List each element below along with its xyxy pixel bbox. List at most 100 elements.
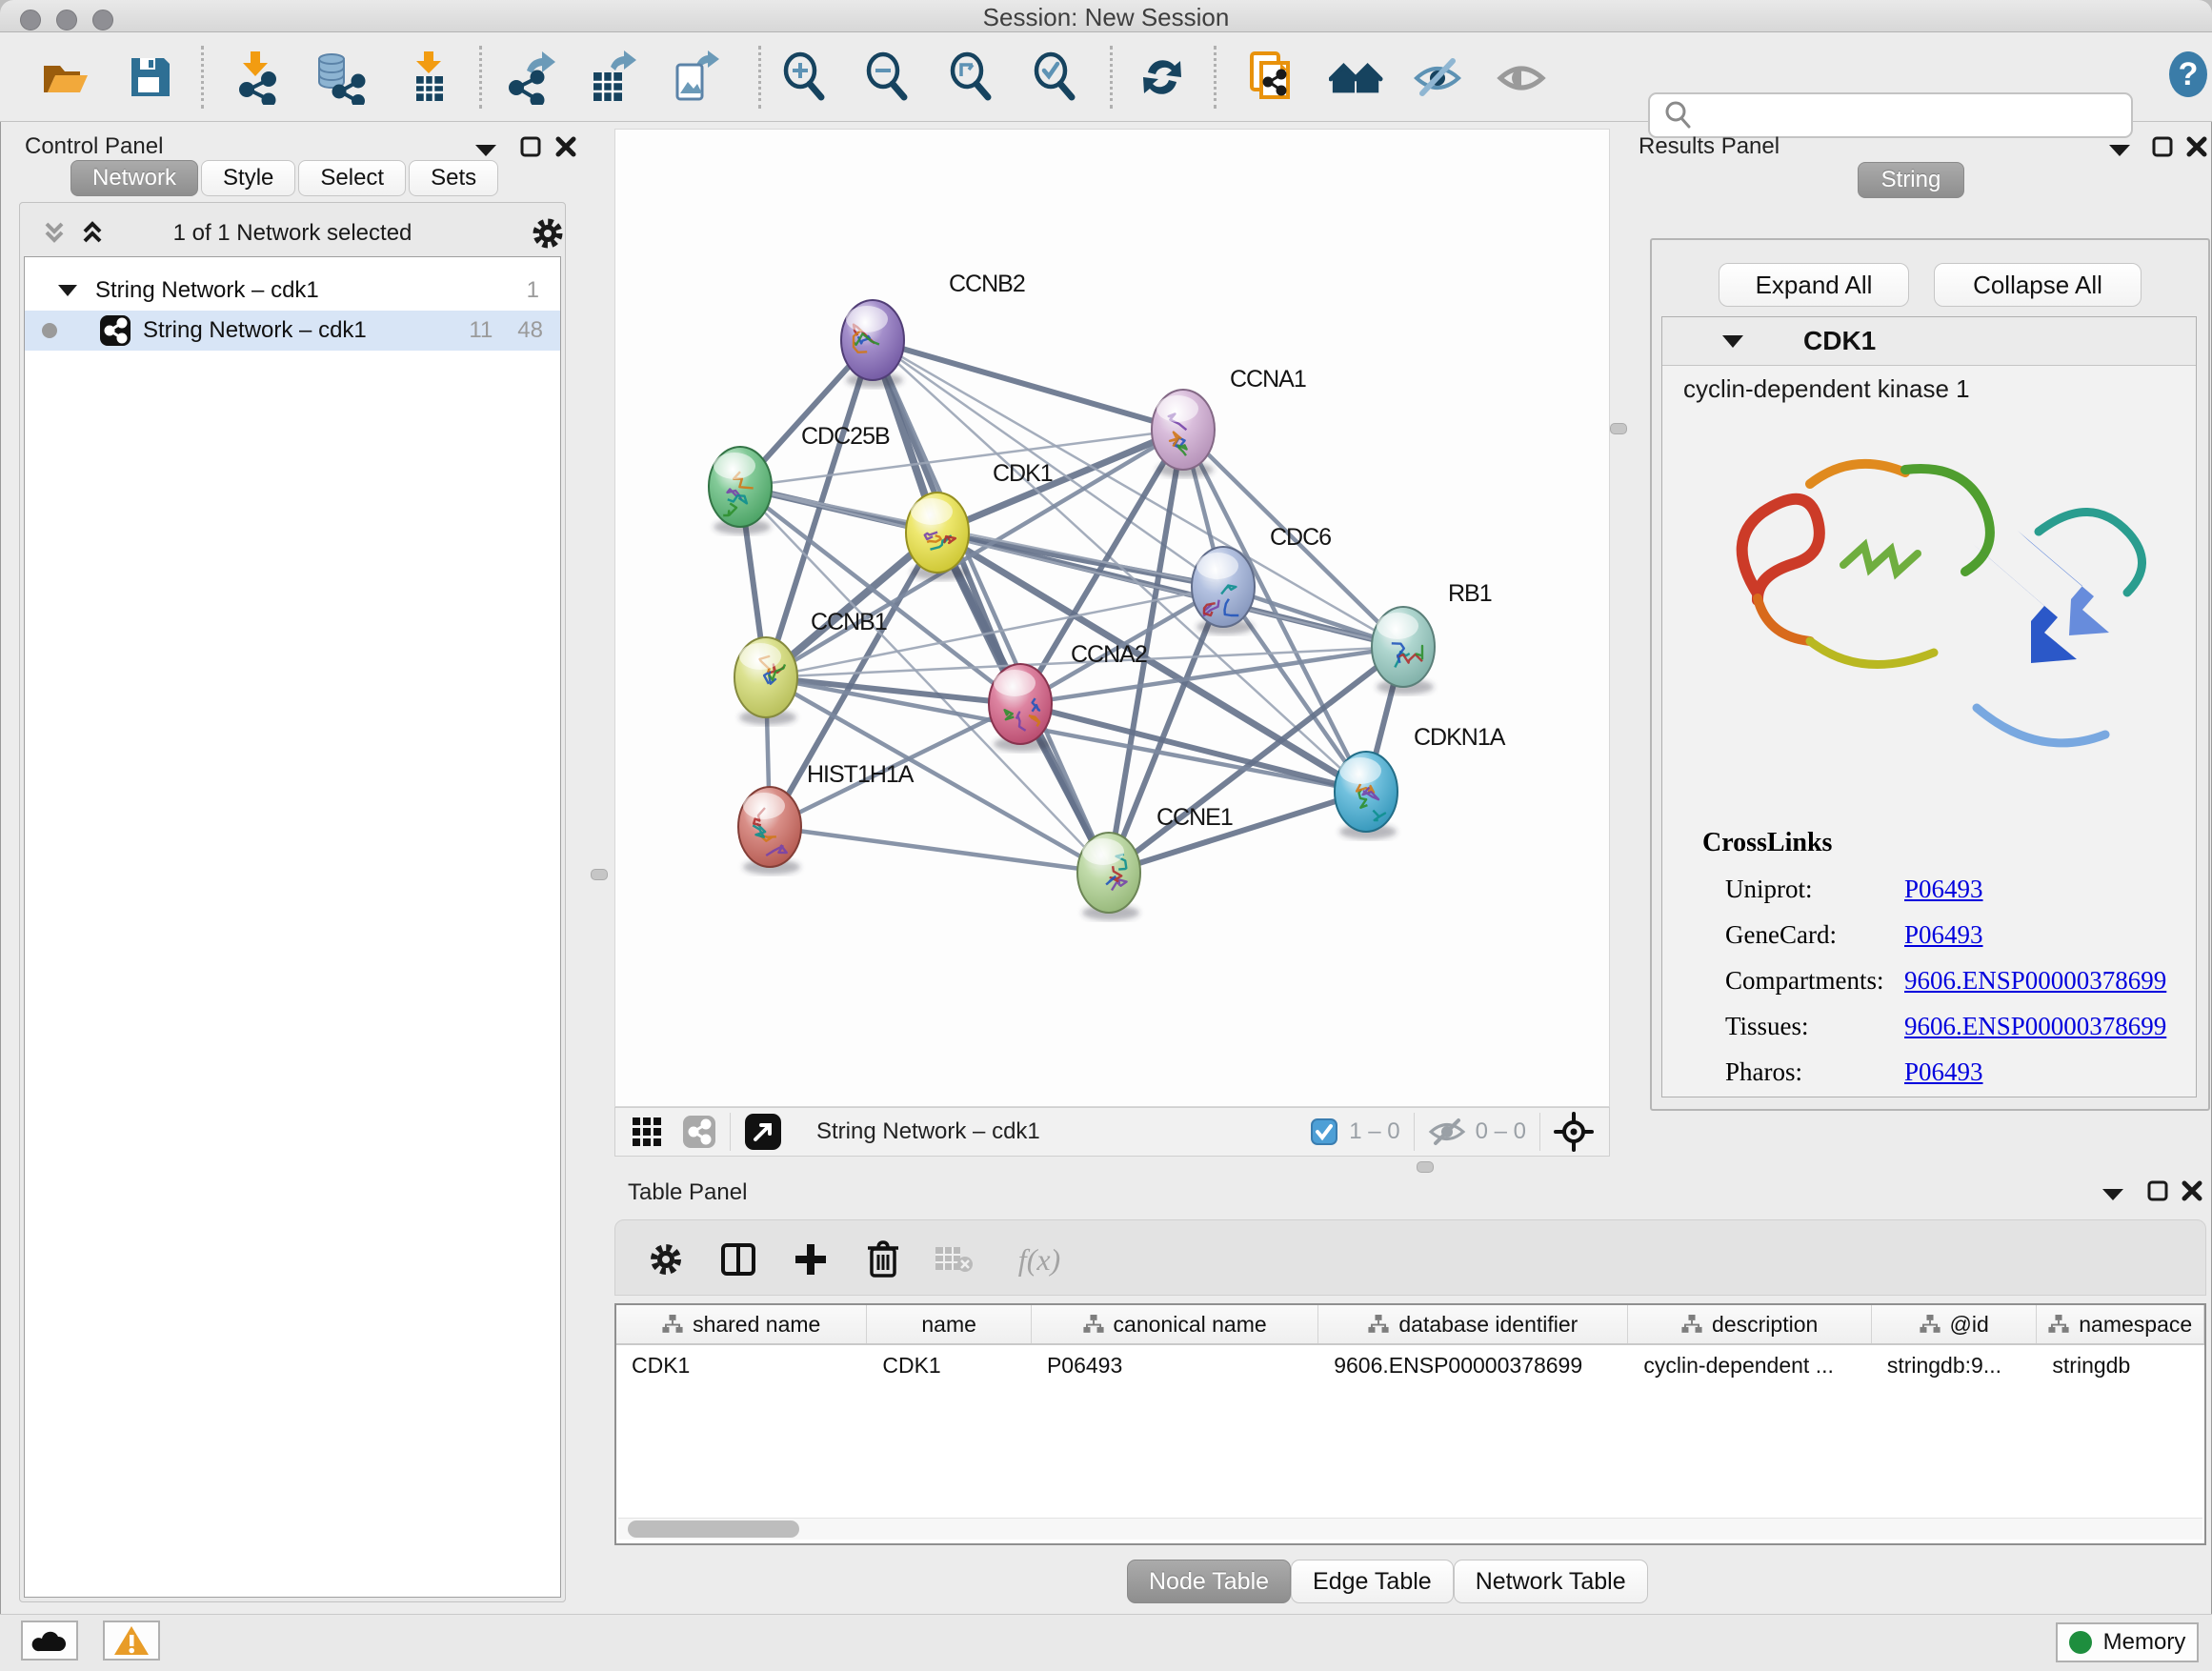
table-horizontal-scrollbar[interactable]: [618, 1518, 2202, 1540]
cloud-status-button[interactable]: [21, 1621, 78, 1661]
export-table-button[interactable]: [584, 50, 639, 105]
network-node[interactable]: [841, 300, 904, 388]
network-collection-row[interactable]: String Network – cdk1 1: [25, 271, 560, 311]
warnings-button[interactable]: [103, 1621, 160, 1661]
column-header--id[interactable]: @id: [1872, 1305, 2038, 1343]
network-edge[interactable]: [873, 340, 1403, 647]
panel-close-icon[interactable]: [2181, 1179, 2203, 1202]
left-divider-handle[interactable]: [591, 869, 608, 880]
panel-menu-icon[interactable]: [2107, 143, 2132, 158]
panel-float-icon[interactable]: [519, 135, 542, 158]
network-edge[interactable]: [770, 827, 1109, 873]
table-row[interactable]: CDK1CDK1P064939606.ENSP00000378699cyclin…: [616, 1345, 2204, 1385]
table-cell[interactable]: CDK1: [867, 1353, 1032, 1379]
panel-menu-icon[interactable]: [2101, 1187, 2125, 1202]
panel-close-icon[interactable]: [2185, 135, 2208, 158]
fx-label: f(x): [1018, 1242, 1060, 1278]
column-header-namespace[interactable]: namespace: [2037, 1305, 2204, 1343]
network-node[interactable]: [734, 637, 797, 725]
memory-button[interactable]: Memory: [2056, 1622, 2199, 1662]
tab-network-table[interactable]: Network Table: [1454, 1560, 1648, 1603]
network-node[interactable]: [1077, 833, 1140, 920]
import-network-file-button[interactable]: [228, 50, 283, 105]
fit-content-crosshair-icon[interactable]: [1554, 1112, 1594, 1152]
panel-float-icon[interactable]: [2151, 135, 2174, 158]
network-node[interactable]: [1335, 752, 1398, 839]
apply-layout-button[interactable]: [1135, 50, 1190, 105]
toolbar-separator: [1214, 46, 1217, 109]
crosslink-link[interactable]: 9606.ENSP00000378699: [1904, 966, 2166, 996]
table-cell[interactable]: 9606.ENSP00000378699: [1318, 1353, 1628, 1379]
network-overview-icon[interactable]: [682, 1115, 716, 1149]
network-canvas[interactable]: CCNB2CCNA1CDC25BCDK1CDC6RB1CCNB1CCNA2CDK…: [614, 129, 1610, 1107]
protein-card-header[interactable]: CDK1: [1662, 317, 2196, 366]
scrollbar-thumb[interactable]: [628, 1520, 799, 1538]
export-image-button[interactable]: [668, 50, 723, 105]
panel-close-icon[interactable]: [554, 135, 577, 158]
column-source-icon: [1681, 1315, 1702, 1334]
crosslink-link[interactable]: P06493: [1904, 920, 1983, 950]
panel-float-icon[interactable]: [2146, 1179, 2169, 1202]
tab-select[interactable]: Select: [298, 160, 406, 196]
tab-string[interactable]: String: [1858, 162, 1964, 198]
collapse-caret-icon[interactable]: [1721, 334, 1744, 349]
show-hidden-button[interactable]: [1495, 50, 1550, 105]
birdseye-grid-icon[interactable]: [631, 1116, 663, 1148]
table-cell[interactable]: CDK1: [616, 1353, 867, 1379]
column-header-canonical-name[interactable]: canonical name: [1032, 1305, 1318, 1343]
expand-all-button[interactable]: Expand All: [1719, 263, 1909, 307]
collapse-all-button[interactable]: Collapse All: [1934, 263, 2142, 307]
network-edge[interactable]: [1109, 792, 1366, 873]
column-header-description[interactable]: description: [1628, 1305, 1871, 1343]
crosslink-link[interactable]: P06493: [1904, 1057, 1983, 1087]
bottom-divider-handle[interactable]: [1417, 1161, 1434, 1173]
network-node[interactable]: [709, 447, 772, 534]
zoom-fit-button[interactable]: [944, 50, 999, 105]
show-all-networks-button[interactable]: [1329, 50, 1384, 105]
network-node[interactable]: [1372, 607, 1435, 695]
open-in-window-icon[interactable]: [744, 1113, 782, 1151]
import-table-file-button[interactable]: [401, 50, 456, 105]
zoom-fit-icon: [944, 50, 999, 105]
string-results-content: Expand All Collapse All CDK1 cyclin-depe…: [1650, 238, 2210, 1111]
tree-expander-icon[interactable]: [57, 284, 78, 297]
tab-edge-table[interactable]: Edge Table: [1291, 1560, 1454, 1603]
import-network-from-database-button[interactable]: [313, 50, 369, 105]
network-edge[interactable]: [873, 340, 1183, 430]
network-node[interactable]: [738, 787, 801, 875]
add-column-button[interactable]: [787, 1238, 835, 1281]
open-session-button[interactable]: [37, 50, 92, 105]
selected-checkbox-icon[interactable]: [1311, 1118, 1337, 1145]
table-cell[interactable]: stringdb: [2037, 1353, 2204, 1379]
help-button[interactable]: ?: [2161, 47, 2212, 102]
window-titlebar: Session: New Session: [0, 0, 2212, 32]
clone-network-button[interactable]: [1244, 50, 1299, 105]
export-network-button[interactable]: [502, 50, 557, 105]
tab-network[interactable]: Network: [70, 160, 198, 196]
network-graph[interactable]: CCNB2CCNA1CDC25BCDK1CDC6RB1CCNB1CCNA2CDK…: [615, 130, 1609, 1106]
column-header-name[interactable]: name: [867, 1305, 1032, 1343]
network-edge[interactable]: [873, 340, 1109, 873]
table-settings-button[interactable]: [642, 1238, 690, 1281]
column-header-database-identifier[interactable]: database identifier: [1318, 1305, 1628, 1343]
table-cell[interactable]: P06493: [1032, 1353, 1318, 1379]
zoom-in-button[interactable]: [777, 50, 833, 105]
panel-menu-icon[interactable]: [473, 143, 498, 158]
table-cell[interactable]: stringdb:9...: [1872, 1353, 2038, 1379]
network-row[interactable]: String Network – cdk1 11 48: [25, 311, 560, 351]
tab-node-table[interactable]: Node Table: [1127, 1560, 1291, 1603]
delete-column-button[interactable]: [859, 1238, 907, 1281]
tab-style[interactable]: Style: [201, 160, 295, 196]
show-columns-button[interactable]: [714, 1238, 762, 1281]
tab-sets[interactable]: Sets: [409, 160, 498, 196]
zoom-out-button[interactable]: [860, 50, 915, 105]
save-session-button[interactable]: [123, 50, 178, 105]
zoom-selected-button[interactable]: [1028, 50, 1083, 105]
table-cell[interactable]: cyclin-dependent ...: [1628, 1353, 1871, 1379]
right-divider-handle[interactable]: [1610, 423, 1627, 434]
gear-icon[interactable]: [531, 216, 565, 251]
column-header-shared-name[interactable]: shared name: [616, 1305, 867, 1343]
crosslink-link[interactable]: P06493: [1904, 875, 1983, 904]
hide-selected-button[interactable]: [1411, 50, 1466, 105]
crosslink-link[interactable]: 9606.ENSP00000378699: [1904, 1012, 2166, 1041]
